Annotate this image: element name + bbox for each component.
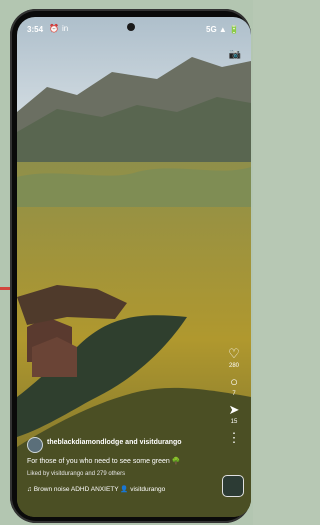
username[interactable]: theblackdiamondlodge and visitdurango <box>47 439 182 446</box>
like-action[interactable]: ♡ 280 <box>223 347 245 370</box>
user-icon: 👤 <box>120 486 129 493</box>
comment-count: 7 <box>232 391 236 397</box>
comment-action[interactable]: ○ 7 <box>223 375 245 398</box>
camera-icon[interactable]: 📷 <box>229 49 241 60</box>
linkedin-icon: in <box>62 24 69 33</box>
alarm-icon: ⏰ <box>49 24 59 33</box>
action-sidebar: ♡ 280 ○ 7 ➤ 15 ⋮ <box>223 347 245 451</box>
send-icon[interactable]: ➤ <box>223 403 245 417</box>
heart-icon[interactable]: ♡ <box>223 347 245 361</box>
camera-notch <box>127 23 135 31</box>
screen: 3:54 ⏰ in 5G ▲ 🔋 📷 ♡ 280 ○ 7 ➤ 15 ⋮ theb… <box>17 17 251 517</box>
music-row[interactable]: ♫ Brown noise ADHD ANXIETY 👤 visitdurang… <box>27 485 165 493</box>
music-icon: ♫ <box>27 486 32 493</box>
avatar[interactable] <box>27 437 43 453</box>
share-action[interactable]: ➤ 15 <box>223 403 245 426</box>
network-status: 5G ▲ 🔋 <box>206 25 239 34</box>
caption: For those of you who need to see some gr… <box>27 458 181 465</box>
share-count: 15 <box>230 419 238 425</box>
more-action[interactable]: ⋮ <box>223 431 245 445</box>
music-cover[interactable] <box>222 475 244 497</box>
more-icon[interactable]: ⋮ <box>223 431 245 445</box>
liked-by[interactable]: Liked by visitdurango and 279 others <box>27 471 125 477</box>
status-time: 3:54 <box>27 25 44 34</box>
comment-icon[interactable]: ○ <box>223 375 245 389</box>
like-count: 280 <box>228 363 239 369</box>
